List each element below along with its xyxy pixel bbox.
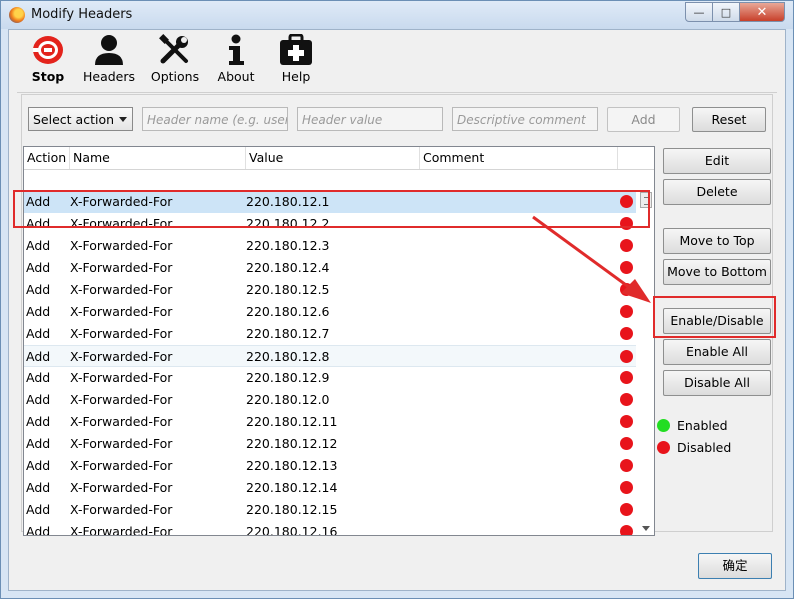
annotation-arrow-icon xyxy=(532,215,651,303)
modify-headers-window: Modify Headers — □ ✕ Stop Headers Option… xyxy=(0,0,794,599)
